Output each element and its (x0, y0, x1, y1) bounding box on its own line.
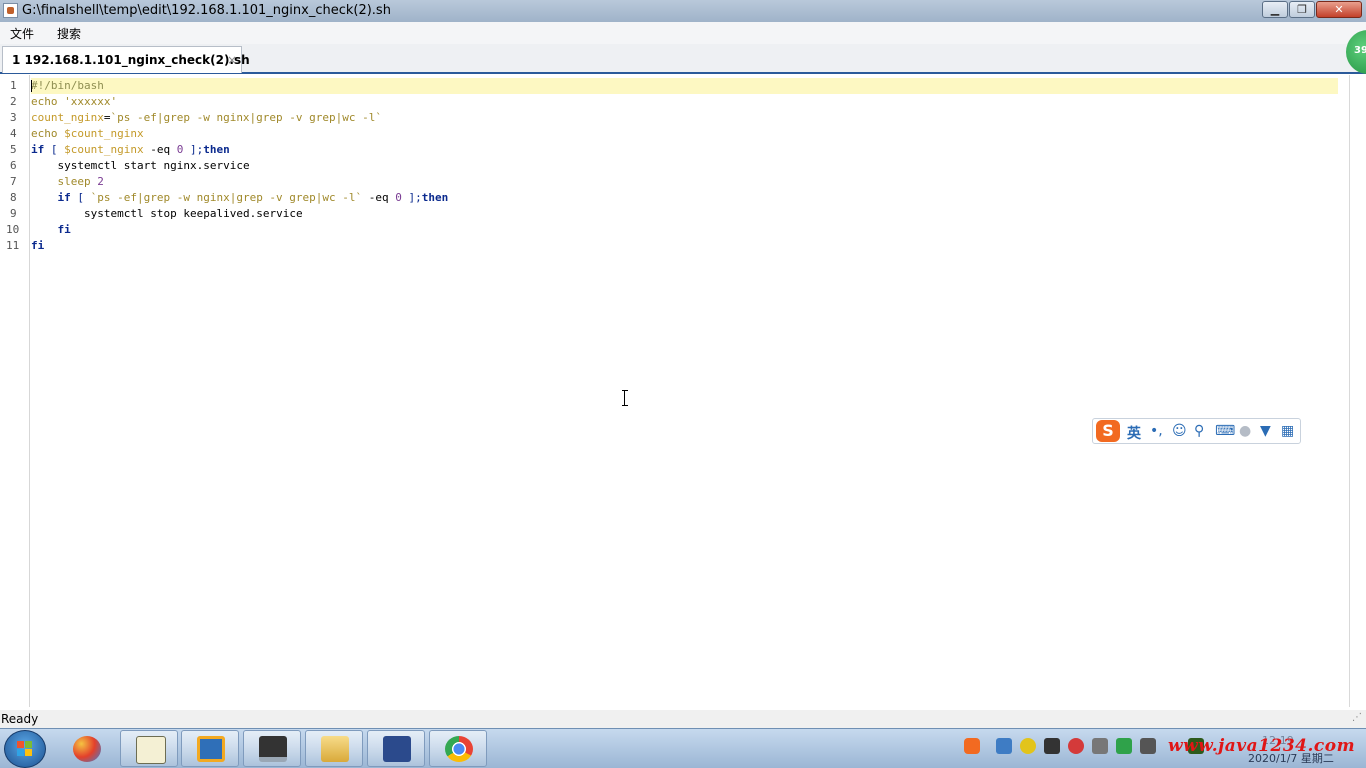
code-line: #!/bin/bash (31, 79, 104, 92)
line-number: 11 (6, 239, 20, 252)
status-bar: Ready ⋰ (0, 710, 1366, 728)
title-bar: G:\finalshell\temp\edit\192.168.1.101_ng… (0, 0, 1366, 22)
window-title: G:\finalshell\temp\edit\192.168.1.101_ng… (22, 3, 391, 18)
monitor-icon (259, 736, 287, 762)
line-number: 9 (10, 207, 17, 220)
xshell-app[interactable] (367, 730, 425, 767)
shield-icon[interactable] (1116, 738, 1132, 754)
line-number: 5 (10, 143, 17, 156)
xshell-icon (383, 736, 411, 762)
line-number: 10 (6, 223, 20, 236)
code-line: if [ `ps -ef|grep -w nginx|grep -v grep|… (57, 191, 449, 204)
colors-app[interactable] (57, 730, 115, 767)
colors-app-icon (73, 736, 101, 762)
user-icon[interactable]: ● (1239, 423, 1251, 439)
code-line: if [ $count_nginx -eq 0 ];then (31, 143, 230, 156)
minimize-button[interactable]: ▁ (1262, 1, 1288, 18)
usb-tray-icon[interactable] (1092, 738, 1108, 754)
ime-punct-toggle[interactable]: •, (1150, 423, 1163, 439)
network-icon[interactable] (1140, 738, 1156, 754)
code-editor[interactable]: 1 2 3 4 5 6 7 8 9 10 11 #!/bin/bash echo… (0, 75, 1350, 707)
plus-tray-icon[interactable] (1020, 738, 1036, 754)
ime-toolbar[interactable]: S 英 •, ☺ ⚲ ⌨ ● ▼ ▦ (1092, 418, 1301, 444)
sogou-logo-icon[interactable]: S (1096, 420, 1120, 442)
line-number: 1 (10, 79, 17, 92)
security-tray-icon[interactable] (1068, 738, 1084, 754)
ime-mode-toggle[interactable]: 英 (1127, 423, 1141, 443)
current-line-highlight (31, 78, 1338, 94)
menu-file[interactable]: 文件 (10, 25, 34, 42)
line-number: 7 (10, 175, 17, 188)
start-button[interactable] (4, 730, 46, 768)
code-line: echo 'xxxxxx' (31, 95, 118, 108)
app-icon (3, 3, 18, 18)
menu-bar: 文件 搜索 (0, 22, 1366, 44)
windows-logo-icon (17, 741, 33, 757)
line-number: 6 (10, 159, 17, 172)
folder-icon (321, 736, 349, 762)
keyboard-icon[interactable]: ⌨ (1215, 423, 1235, 439)
code-line: count_nginx=`ps -ef|grep -w nginx|grep -… (31, 111, 383, 124)
code-line: echo $count_nginx (31, 127, 144, 140)
tab-file[interactable]: 1 192.168.1.101_nginx_check(2).sh × (2, 46, 250, 73)
line-number: 8 (10, 191, 17, 204)
remote-desktop-app[interactable] (243, 730, 301, 767)
sogou-tray-icon[interactable] (964, 738, 980, 754)
code-line: sleep 2 (57, 175, 104, 188)
clock-date[interactable]: 2020/1/7 星期二 (1248, 750, 1334, 766)
tab-close-icon[interactable]: × (227, 53, 237, 67)
code-line: systemctl stop keepalived.service (83, 207, 303, 220)
display-tray-icon[interactable] (1044, 738, 1060, 754)
menu-search[interactable]: 搜索 (57, 25, 81, 42)
tab-bar: 1 192.168.1.101_nginx_check(2).sh × (0, 44, 1366, 74)
line-number: 3 (10, 111, 17, 124)
line-number: 4 (10, 127, 17, 140)
file-explorer-app[interactable] (305, 730, 363, 767)
code-line: fi (31, 239, 45, 252)
vmware-app[interactable] (181, 730, 239, 767)
close-button[interactable]: ✕ (1316, 1, 1362, 18)
text-caret (31, 80, 32, 92)
line-number-gutter: 1 2 3 4 5 6 7 8 9 10 11 (0, 75, 30, 707)
tab-label: 1 192.168.1.101_nginx_check(2).sh (12, 53, 250, 67)
code-line: systemctl start nginx.service (57, 159, 250, 172)
maximize-button[interactable]: ❐ (1289, 1, 1315, 18)
notepad-icon (136, 736, 166, 764)
status-text: Ready (1, 712, 39, 726)
notepad-app[interactable] (120, 730, 178, 767)
taskbar (0, 728, 1366, 768)
shirt-icon[interactable]: ▼ (1260, 423, 1271, 439)
grid-icon[interactable]: ▦ (1281, 423, 1294, 439)
vmware-icon (197, 736, 225, 762)
chrome-icon (445, 736, 473, 762)
mic-icon[interactable]: ⚲ (1194, 423, 1204, 439)
code-line: fi (57, 223, 71, 236)
smile-icon[interactable]: ☺ (1172, 423, 1187, 439)
editor-scrollbar[interactable] (1349, 75, 1366, 707)
ibeam-cursor-icon (622, 390, 628, 406)
chrome-app[interactable] (429, 730, 487, 767)
resize-grip-icon[interactable]: ⋰ (1352, 712, 1364, 726)
network-drive-icon[interactable] (996, 738, 1012, 754)
line-number: 2 (10, 95, 17, 108)
badge-count: 39 (1354, 45, 1366, 56)
